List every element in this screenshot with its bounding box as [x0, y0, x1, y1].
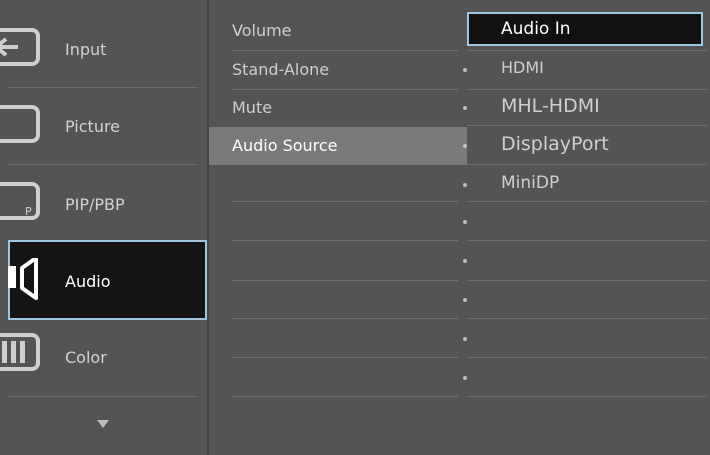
pip-pbp-icon-letter: P	[25, 205, 32, 218]
category-color[interactable]: Color	[0, 320, 207, 398]
submenu-label: Stand-Alone	[232, 60, 330, 79]
bullet-icon	[463, 68, 467, 72]
divider	[467, 396, 707, 397]
divider	[232, 240, 458, 241]
submenu-label: Audio Source	[232, 136, 338, 155]
submenu-item-mute[interactable]: Mute	[209, 89, 467, 127]
bullet-icon	[463, 376, 467, 380]
divider	[232, 201, 458, 202]
option-empty	[463, 319, 710, 357]
picture-icon	[0, 105, 40, 143]
submenu-label: Mute	[232, 98, 273, 117]
bullet-icon	[463, 298, 467, 302]
submenu-column: Volume Stand-Alone Mute Audio Source	[209, 0, 467, 455]
category-label: Input	[65, 40, 107, 59]
divider	[232, 280, 458, 281]
input-icon	[0, 28, 40, 66]
divider	[232, 357, 458, 358]
audio-icon	[8, 258, 38, 300]
option-displayport[interactable]: DisplayPort	[463, 126, 710, 164]
option-empty	[463, 358, 710, 396]
category-input[interactable]: Input	[0, 11, 207, 89]
bullet-icon	[463, 144, 467, 148]
submenu-item-stand-alone[interactable]: Stand-Alone	[209, 51, 467, 89]
color-icon	[0, 333, 40, 371]
category-label: Picture	[65, 117, 121, 136]
category-label: Audio	[65, 272, 111, 291]
divider	[232, 318, 458, 319]
category-label: Color	[65, 348, 107, 367]
option-label: DisplayPort	[501, 133, 609, 155]
option-empty	[463, 241, 710, 279]
category-pip-pbp[interactable]: P PIP/PBP	[0, 165, 207, 243]
category-label: PIP/PBP	[65, 195, 125, 214]
divider	[8, 396, 198, 397]
category-audio[interactable]: Audio	[8, 240, 207, 320]
category-column: Input Picture P PIP/PBP Audio Color	[0, 0, 207, 455]
option-hdmi[interactable]: HDMI	[463, 50, 710, 88]
submenu-item-volume[interactable]: Volume	[209, 12, 467, 50]
bullet-icon	[463, 106, 467, 110]
bullet-icon	[463, 337, 467, 341]
scroll-down-icon[interactable]	[97, 420, 109, 428]
osd-menu: Input Picture P PIP/PBP Audio Color Volu…	[0, 0, 710, 455]
option-empty	[463, 280, 710, 318]
option-label: HDMI	[501, 58, 544, 77]
option-label: MiniDP	[501, 173, 560, 193]
divider	[232, 396, 458, 397]
option-empty	[463, 202, 710, 240]
option-label: MHL-HDMI	[501, 95, 600, 117]
pip-pbp-icon	[0, 182, 40, 220]
option-minidp[interactable]: MiniDP	[463, 165, 710, 203]
bullet-icon	[463, 220, 467, 224]
option-mhl-hdmi[interactable]: MHL-HDMI	[463, 88, 710, 126]
category-picture[interactable]: Picture	[0, 88, 207, 166]
option-column: Audio In HDMI MHL-HDMI DisplayPort MiniD…	[463, 0, 710, 455]
submenu-label: Volume	[232, 21, 292, 40]
submenu-item-audio-source[interactable]: Audio Source	[209, 127, 467, 165]
option-audio-in[interactable]: Audio In	[467, 12, 703, 46]
bullet-icon	[463, 183, 467, 187]
option-label: Audio In	[501, 19, 571, 39]
bullet-icon	[463, 259, 467, 263]
